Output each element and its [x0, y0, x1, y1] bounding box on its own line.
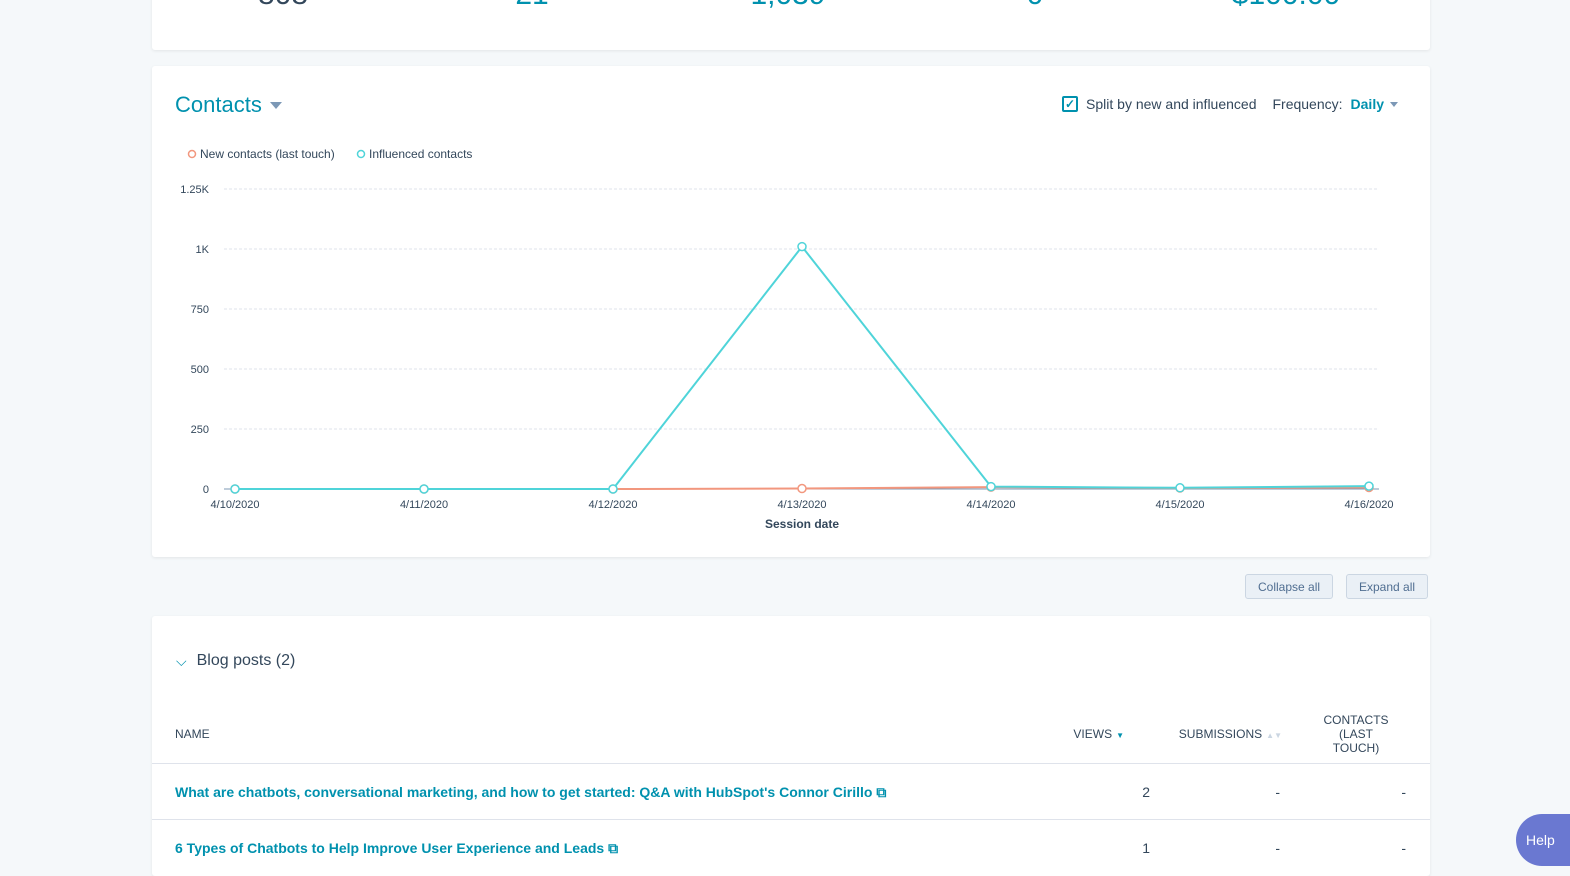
data-point — [1364, 481, 1374, 491]
line-chart: 0 250 500 750 1K 1.25K 4/10/2020 4/11/2020 4/12/… — [180, 147, 1394, 531]
x-tick-label: 4/15/2020 — [1156, 499, 1205, 511]
sort-icon: ▲▼ — [1266, 731, 1282, 740]
column-header-contacts[interactable]: CONTACTS (LAST TOUCH) — [1320, 713, 1392, 755]
y-tick-label: 250 — [191, 424, 209, 436]
data-point — [986, 481, 996, 492]
column-header-submissions[interactable]: SUBMISSIONS ▲▼ — [1152, 727, 1282, 743]
x-axis-label: Session date — [765, 517, 839, 531]
series-line — [235, 244, 1370, 490]
y-tick-label: 1K — [196, 244, 210, 256]
collapse-all-button[interactable]: Collapse all — [1245, 574, 1334, 599]
blog-posts-card: ⌵ Blog posts (2) NAME VIEWS ▼ SUBMISSIONS ▲… — [152, 616, 1430, 876]
table-row: 6 Types of Chatbots to Help Improve User… — [152, 819, 1430, 875]
data-point — [1175, 483, 1185, 493]
blog-post-link[interactable]: What are chatbots, conversational market… — [175, 784, 886, 801]
x-tick-label: 4/13/2020 — [778, 499, 827, 511]
sort-icon: ▼ — [1116, 731, 1124, 740]
legend-marker — [187, 149, 197, 159]
column-header-views[interactable]: VIEWS ▼ — [1052, 727, 1124, 743]
contacts-cell: - — [1401, 784, 1406, 800]
x-tick-label: 4/11/2020 — [400, 499, 448, 511]
table-row: What are chatbots, conversational market… — [152, 763, 1430, 819]
chevron-down-icon: ⌵ — [176, 652, 187, 669]
y-tick-label: 750 — [191, 304, 209, 316]
legend-label: Influenced contacts — [369, 147, 472, 161]
data-point — [797, 241, 807, 252]
data-point — [419, 484, 429, 494]
data-point — [608, 484, 618, 494]
x-tick-label: 4/10/2020 — [211, 499, 260, 511]
external-link-icon: ⧉ — [876, 784, 887, 800]
x-tick-label: 4/14/2020 — [967, 499, 1016, 511]
data-point — [797, 483, 807, 494]
x-tick-label: 4/16/2020 — [1345, 499, 1394, 511]
section-title: Blog posts (2) — [196, 652, 296, 669]
contacts-cell: - — [1401, 840, 1406, 856]
external-link-icon: ⧉ — [608, 840, 619, 856]
views-cell: 2 — [1142, 784, 1150, 800]
help-button[interactable]: Help — [1516, 814, 1570, 866]
expand-all-button[interactable]: Expand all — [1346, 574, 1429, 599]
column-header-name[interactable]: NAME — [175, 727, 210, 741]
data-point — [230, 484, 240, 494]
legend-label: New contacts (last touch) — [200, 147, 335, 161]
y-tick-label: 0 — [203, 484, 209, 496]
x-tick-label: 4/12/2020 — [589, 499, 638, 511]
legend-marker — [356, 149, 366, 159]
views-cell: 1 — [1142, 840, 1150, 856]
blog-posts-toggle[interactable]: ⌵ Blog posts (2) — [176, 652, 295, 670]
y-tick-label: 1.25K — [180, 184, 209, 196]
blog-post-link[interactable]: 6 Types of Chatbots to Help Improve User… — [175, 840, 618, 857]
submissions-cell: - — [1275, 840, 1280, 856]
y-tick-label: 500 — [191, 364, 209, 376]
submissions-cell: - — [1275, 784, 1280, 800]
